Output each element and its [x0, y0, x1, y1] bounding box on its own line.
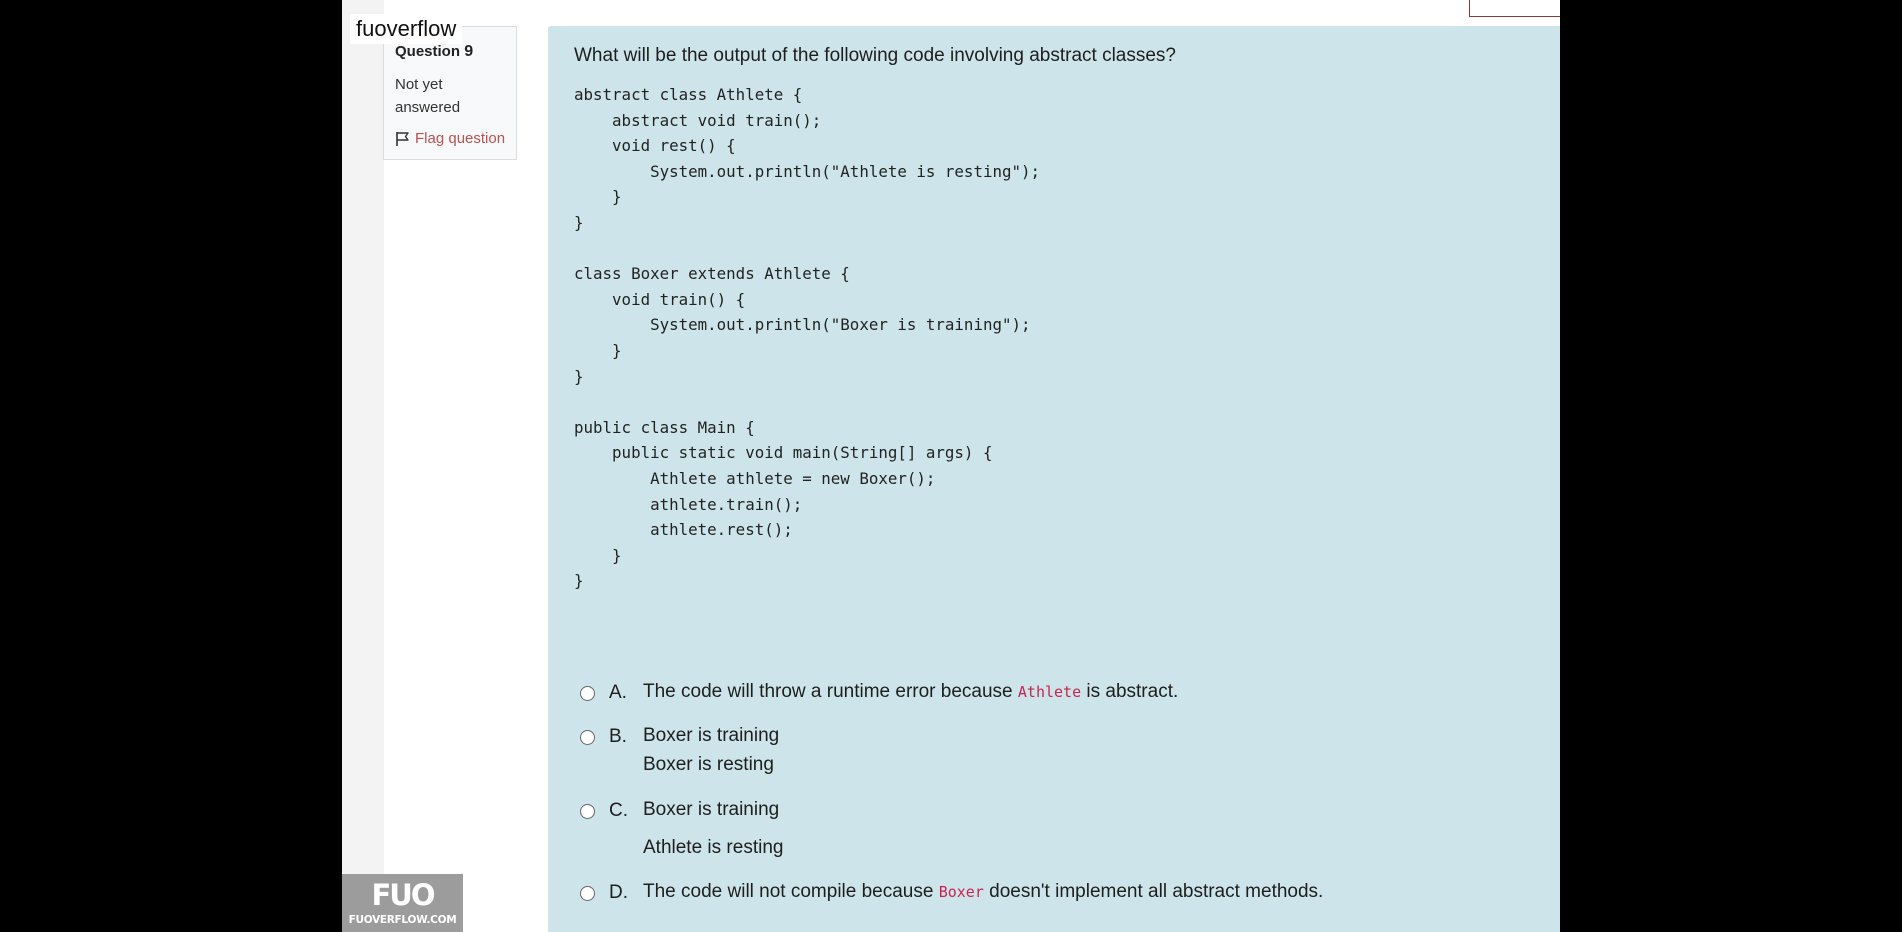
option-c[interactable]: C. Boxer is training Athlete is resting — [580, 799, 783, 867]
radio-button[interactable] — [580, 730, 595, 745]
option-text: Boxer is training Boxer is resting — [643, 721, 779, 779]
logo-url: FUOVERFLOW.COM — [348, 914, 457, 926]
option-letter: C. — [609, 800, 628, 821]
flag-question-label: Flag question — [415, 130, 506, 147]
option-line: Boxer is training — [643, 725, 780, 746]
option-letter: A. — [609, 682, 627, 703]
question-text: What will be the output of the following… — [574, 45, 1176, 66]
question-number: Question 9 — [395, 43, 473, 61]
option-text: Boxer is training Athlete is resting — [643, 791, 783, 867]
option-a[interactable]: A. The code will throw a runtime error b… — [580, 681, 1178, 707]
top-right-box[interactable] — [1469, 0, 1560, 17]
option-text: The code will throw a runtime error beca… — [643, 681, 1179, 702]
question-info-panel: Question 9 Not yet answered Flag questio… — [383, 26, 517, 160]
option-line: Athlete is resting — [643, 837, 784, 858]
flag-icon — [395, 131, 411, 147]
watermark-logo: FUO FUOVERFLOW.COM — [342, 874, 463, 932]
question-content: What will be the output of the following… — [548, 26, 1560, 932]
option-text: The code will not compile because Boxer … — [643, 881, 1324, 902]
option-d[interactable]: D. The code will not compile because Box… — [580, 881, 1323, 907]
question-label: Question — [395, 43, 461, 60]
flag-question-button[interactable]: Flag question — [395, 130, 505, 147]
question-number-value: 9 — [464, 43, 474, 60]
inline-code: Boxer — [938, 883, 984, 901]
quiz-page: fuoverflow Question 9 Not yet answered F… — [342, 0, 1560, 932]
code-block: abstract class Athlete { abstract void t… — [574, 85, 1041, 591]
option-letter: B. — [609, 726, 627, 747]
radio-button[interactable] — [580, 804, 595, 819]
left-margin-strip — [342, 0, 384, 932]
option-letter: D. — [609, 882, 628, 903]
option-line: Boxer is training — [643, 799, 780, 820]
radio-button[interactable] — [580, 686, 595, 701]
radio-button[interactable] — [580, 886, 595, 901]
logo-mark: FUO — [371, 878, 435, 912]
site-name: fuoverflow — [350, 14, 463, 44]
option-b[interactable]: B. Boxer is training Boxer is resting — [580, 725, 779, 779]
option-line: Boxer is resting — [643, 754, 774, 775]
inline-code: Athlete — [1017, 683, 1082, 701]
question-state: Not yet answered — [395, 76, 461, 116]
